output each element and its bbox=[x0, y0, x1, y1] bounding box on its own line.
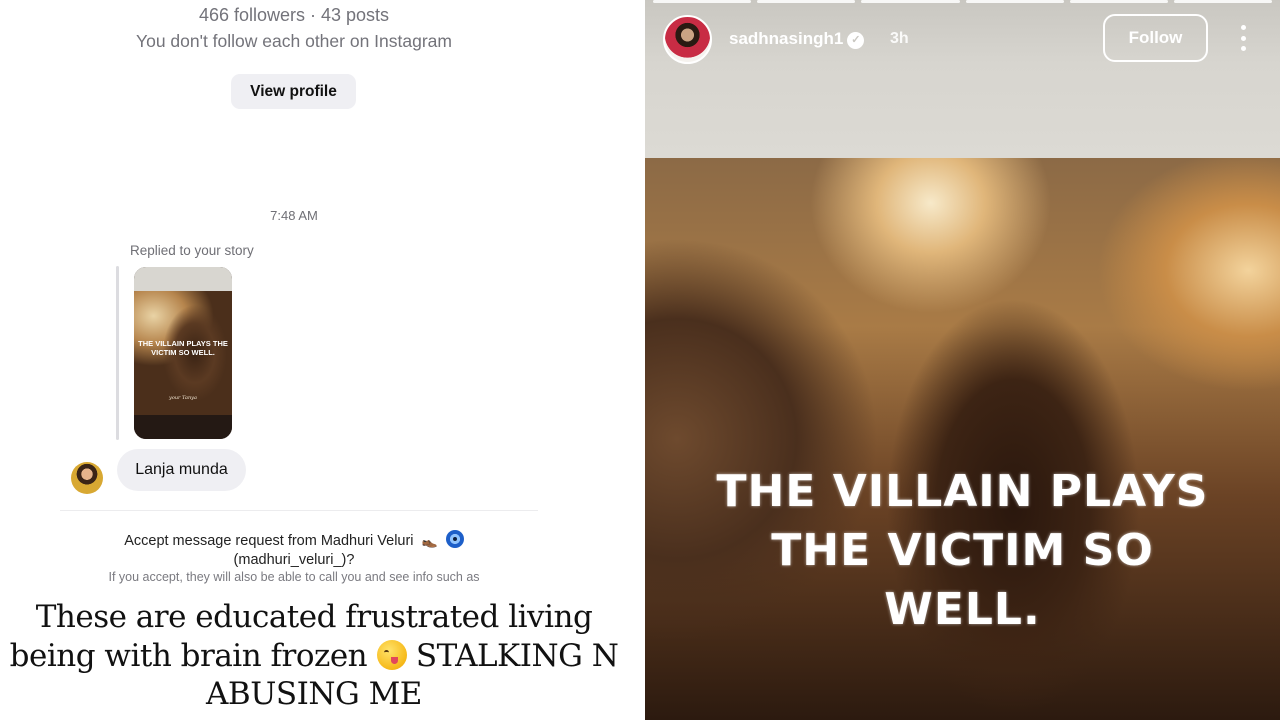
view-profile-button[interactable]: View profile bbox=[231, 74, 356, 109]
story-user-avatar[interactable] bbox=[663, 15, 712, 64]
thumb-bottom-band bbox=[134, 415, 232, 439]
thumb-signature: your Tanya bbox=[169, 395, 197, 401]
more-options-icon[interactable] bbox=[1239, 25, 1247, 51]
progress-segment bbox=[757, 0, 856, 3]
sender-avatar[interactable] bbox=[71, 462, 103, 494]
progress-segment bbox=[653, 0, 752, 3]
story-text-line1: THE VILLAIN PLAYS bbox=[716, 466, 1209, 517]
progress-segment bbox=[1069, 0, 1168, 3]
thumb-story-text: THE VILLAIN PLAYS THE VICTIM SO WELL. bbox=[138, 339, 228, 357]
accept-request-handle: (madhuri_veluri_)? bbox=[233, 552, 355, 568]
message-request-prompt: Accept message request from Madhuri Velu… bbox=[0, 530, 588, 570]
story-text: THE VILLAIN PLAYS THE VICTIM SO WELL. bbox=[645, 462, 1280, 639]
message-timestamp: 7:48 AM bbox=[270, 208, 318, 223]
dm-thread-panel: 466 followers · 43 posts You don't follo… bbox=[0, 0, 645, 720]
message-bubble[interactable]: Lanja munda bbox=[117, 449, 246, 491]
shoe-icon: 👞 bbox=[421, 533, 438, 548]
divider bbox=[60, 510, 538, 511]
story-text-line2: THE VICTIM SO bbox=[771, 525, 1154, 576]
verified-badge-icon: ✓ bbox=[847, 32, 865, 49]
nazar-eye-icon bbox=[445, 530, 464, 548]
story-text-line3: WELL. bbox=[884, 584, 1041, 635]
message-text: Lanja munda bbox=[135, 461, 228, 478]
progress-segment bbox=[965, 0, 1064, 3]
story-progress-bar bbox=[653, 0, 1273, 3]
accept-request-info: If you accept, they will also be able to… bbox=[108, 570, 480, 584]
profile-stats: 466 followers · 43 posts You don't follo… bbox=[0, 5, 588, 52]
face-savoring-food-emoji bbox=[376, 639, 407, 670]
thumb-top-band bbox=[134, 267, 232, 291]
story-reply-thumbnail[interactable]: THE VILLAIN PLAYS THE VICTIM SO WELL. yo… bbox=[134, 267, 232, 439]
story-header: sadhnasingh1 ✓ 3h Follow bbox=[645, 0, 1280, 158]
follower-post-count: 466 followers · 43 posts bbox=[198, 5, 390, 25]
progress-segment bbox=[1173, 0, 1273, 3]
progress-segment bbox=[861, 0, 960, 3]
replied-to-story-label: Replied to your story bbox=[130, 243, 254, 258]
accept-request-text: Accept message request from Madhuri Velu… bbox=[124, 533, 414, 549]
story-username[interactable]: sadhnasingh1 ✓ bbox=[729, 29, 865, 49]
story-viewer-panel: sadhnasingh1 ✓ 3h Follow THE VILLAIN PLAY… bbox=[645, 0, 1280, 720]
reply-quote-bar bbox=[116, 266, 119, 440]
overlay-caption: These are educated frustrated living bei… bbox=[0, 598, 628, 714]
story-time-ago: 3h bbox=[890, 30, 909, 47]
story-username-text: sadhnasingh1 bbox=[729, 29, 844, 48]
relationship-note: You don't follow each other on Instagram bbox=[136, 31, 452, 51]
follow-button[interactable]: Follow bbox=[1103, 14, 1208, 62]
